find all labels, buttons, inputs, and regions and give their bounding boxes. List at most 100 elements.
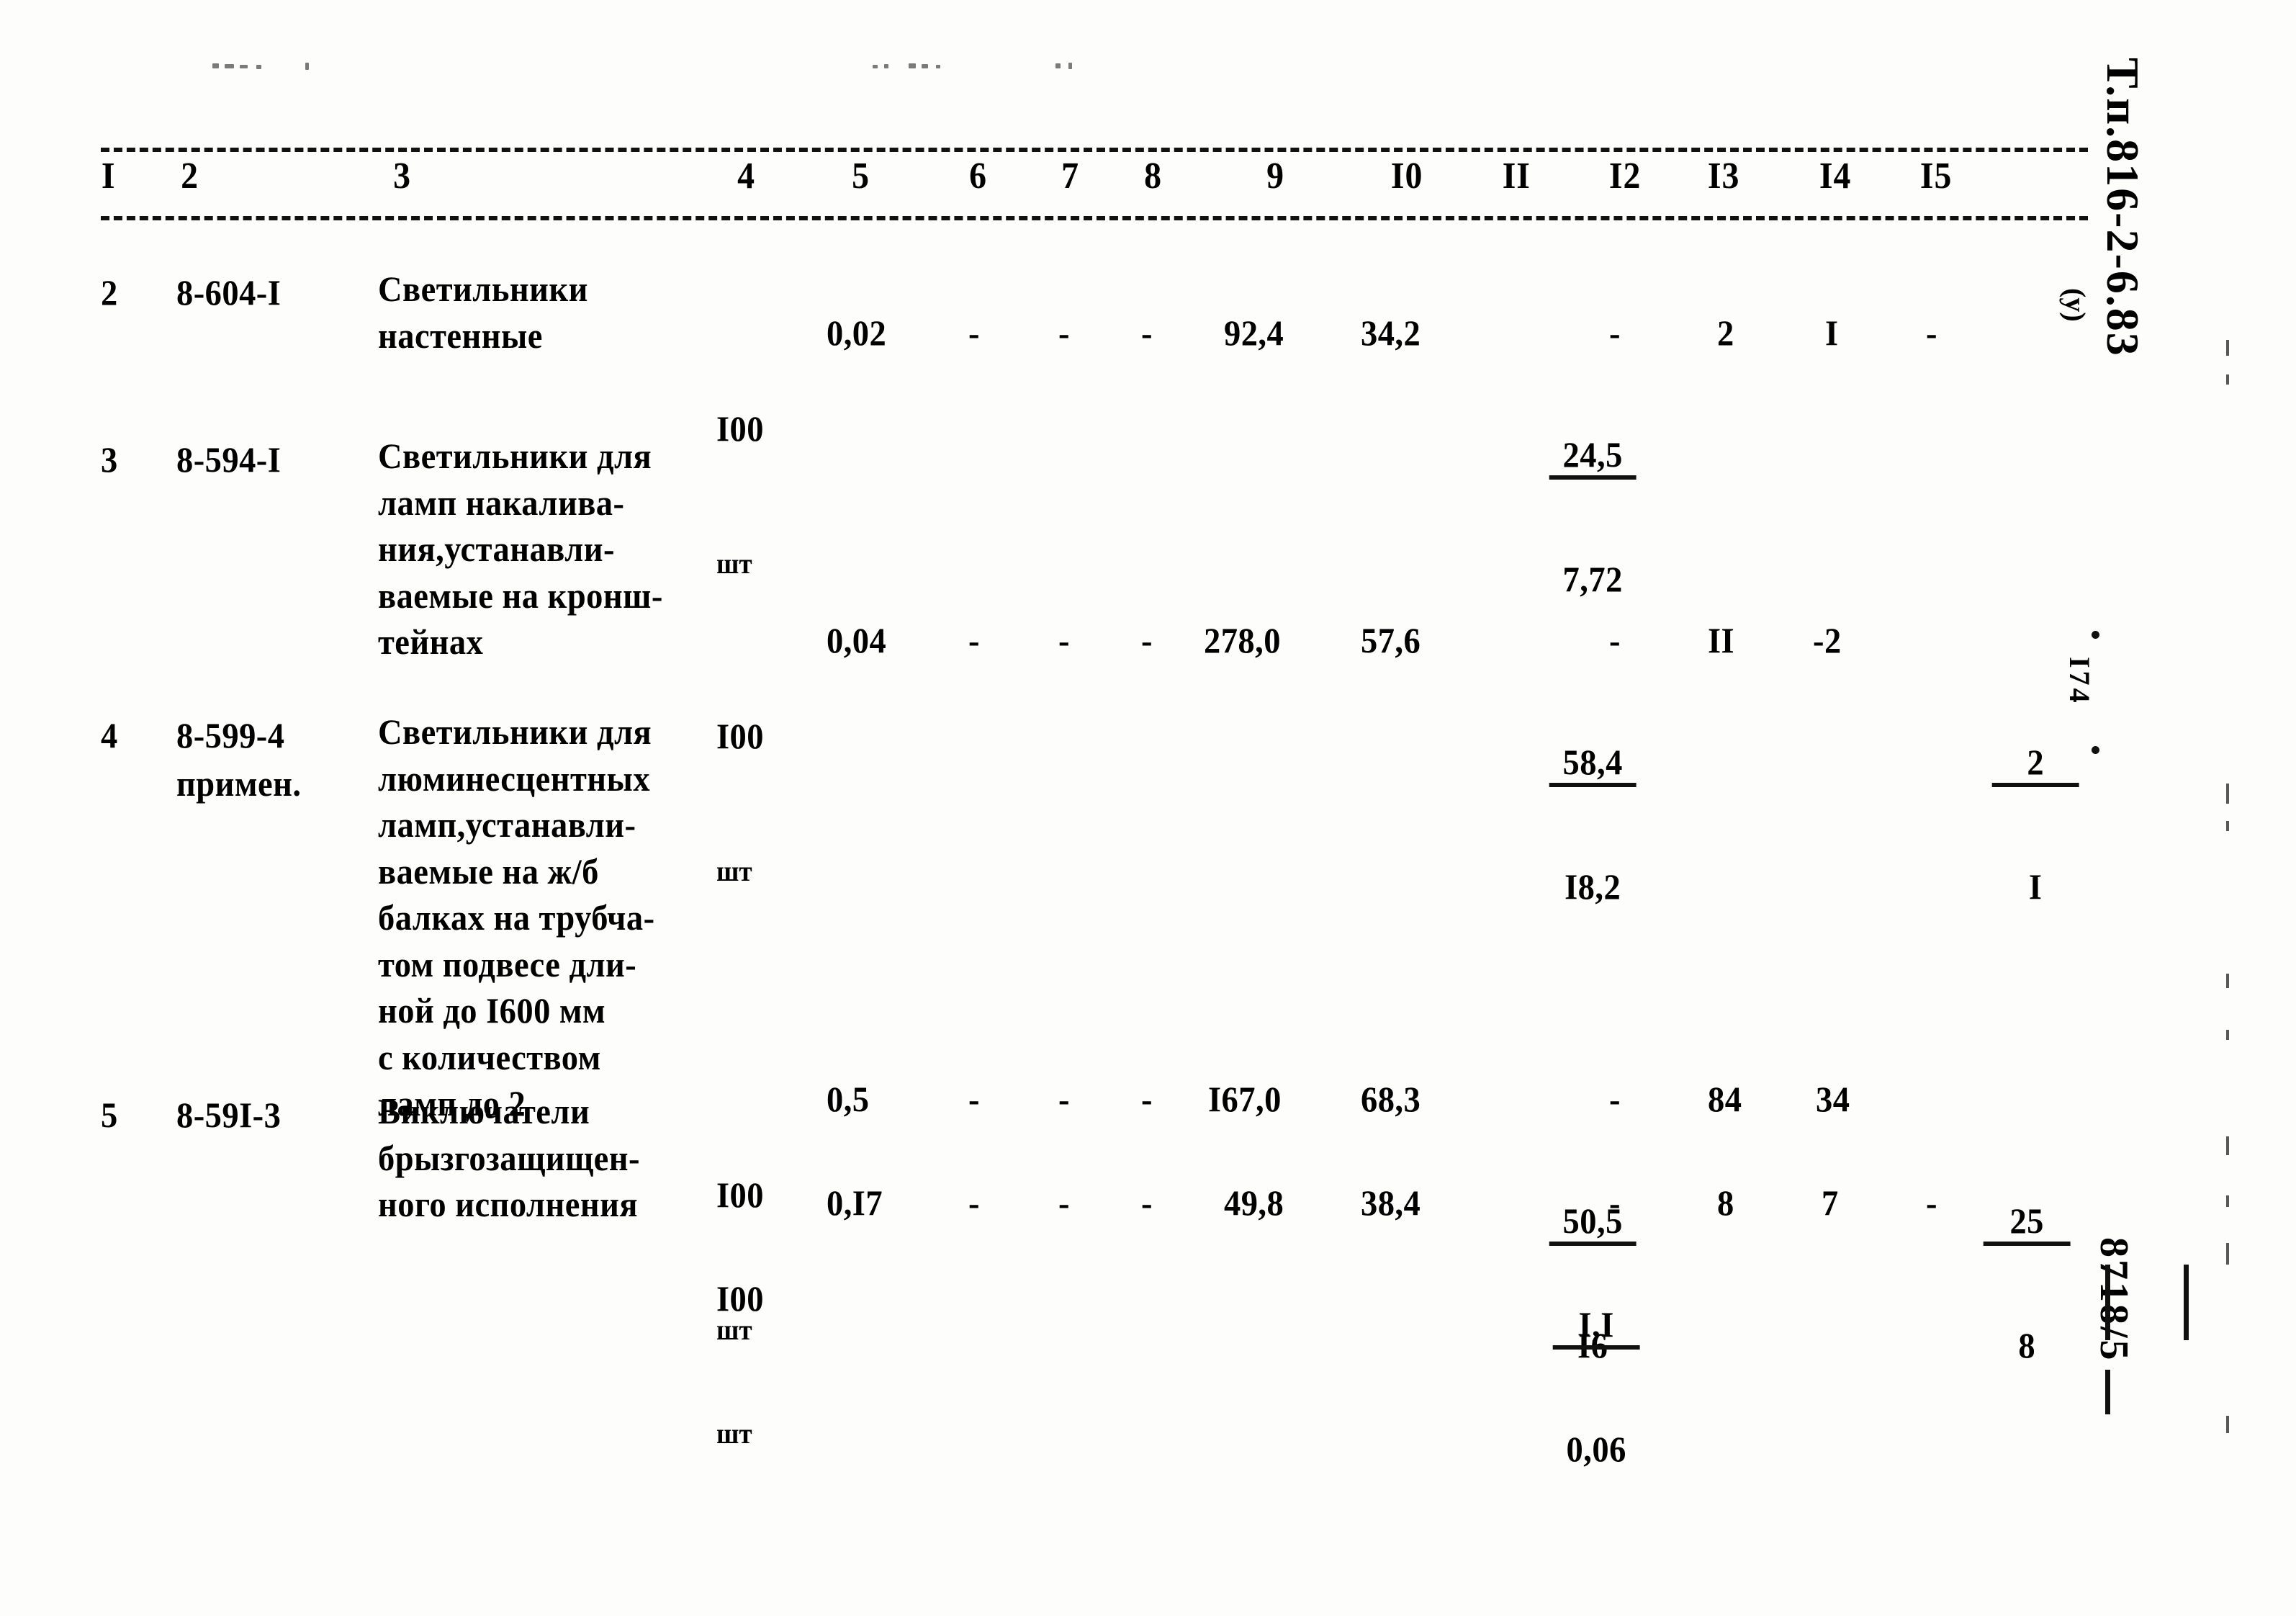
- fraction-numerator: 25: [1983, 1201, 2071, 1246]
- margin-tick: [2226, 821, 2229, 831]
- fraction-denominator: I8,2: [1565, 866, 1621, 907]
- column-header-14: I4: [1819, 156, 1852, 197]
- fraction: 58,4 I8,2: [1549, 665, 1637, 984]
- stamp-project-code: Т.п.816-2-6.83: [2097, 58, 2148, 357]
- scan-artifact: [1068, 63, 1072, 69]
- fraction-numerator: 24,5: [1549, 435, 1637, 480]
- cell-unit-value: I00: [716, 1278, 765, 1319]
- cell-col5: 0,I7: [827, 1182, 883, 1223]
- cell-col12: -: [1609, 620, 1621, 660]
- scan-artifact: [256, 65, 261, 69]
- cell-col9: 92,4: [1224, 313, 1284, 353]
- cell-col6: -: [968, 1079, 980, 1119]
- scan-artifact: [909, 63, 916, 68]
- cell-col14: 34: [1816, 1079, 1850, 1119]
- table-top-rule: [101, 148, 2088, 152]
- cell-col9: 49,8: [1224, 1182, 1284, 1223]
- cell-col6: -: [968, 1182, 980, 1223]
- cell-col9: 278,0: [1204, 620, 1281, 660]
- column-header-6: 6: [969, 156, 987, 197]
- cell-col10: 38,4: [1361, 1182, 1421, 1223]
- cell-col12: -: [1609, 1182, 1621, 1223]
- cell-col5: 0,5: [827, 1079, 870, 1119]
- cell-col12: -: [1609, 1079, 1621, 1119]
- column-header-10: I0: [1390, 156, 1423, 197]
- scan-artifact: [936, 65, 940, 68]
- column-header-13: I3: [1707, 156, 1740, 197]
- cell-description: Виключатели брызгозащищен- ного исполнен…: [378, 1091, 640, 1224]
- cell-col13: 84: [1708, 1079, 1742, 1119]
- cell-unit: I00 шт: [716, 616, 786, 986]
- cell-position-number: 3: [101, 439, 118, 480]
- cell-col12: -: [1609, 313, 1621, 353]
- fraction-numerator: 2: [1991, 742, 2079, 787]
- table-header-rule: [101, 216, 2088, 220]
- cell-col8: -: [1141, 620, 1153, 660]
- cell-col6: -: [968, 313, 980, 353]
- scan-artifact: [873, 65, 878, 68]
- cell-col15-fraction: 2 I: [1922, 616, 2079, 1036]
- cell-description: Светильники настенные: [378, 269, 588, 356]
- cell-code: 8-604-I: [176, 272, 282, 313]
- cell-col10: 34,2: [1361, 313, 1421, 353]
- cell-col7: -: [1058, 620, 1070, 660]
- column-header-3: 3: [393, 156, 411, 197]
- cell-unit: I00 шт: [716, 1179, 786, 1548]
- cell-col5: 0,04: [827, 620, 887, 660]
- cell-unit-label: шт: [716, 854, 752, 887]
- cell-col15: -: [1926, 1182, 1937, 1223]
- cell-position-number: 5: [101, 1095, 118, 1135]
- fraction: I,I 0,06: [1552, 1227, 1640, 1546]
- scan-artifact: [305, 63, 309, 70]
- fraction-denominator: 7,72: [1562, 558, 1623, 599]
- margin-tick: [2226, 374, 2229, 385]
- margin-tick: [2226, 974, 2229, 988]
- fraction-denominator: 8: [2018, 1324, 2036, 1365]
- cell-col8: -: [1141, 313, 1153, 353]
- cell-col13: 8: [1717, 1182, 1734, 1223]
- fraction-numerator: I,I: [1552, 1305, 1640, 1350]
- cell-col10: 57,6: [1361, 620, 1421, 660]
- scan-artifact: [225, 64, 234, 68]
- fraction-numerator: 58,4: [1549, 742, 1637, 787]
- cell-col14: 7: [1822, 1182, 1839, 1223]
- cell-col9: I67,0: [1208, 1079, 1282, 1119]
- margin-tick: [2226, 340, 2229, 356]
- cell-code: 8-599-4 примен.: [176, 715, 302, 804]
- margin-tick: [2226, 784, 2229, 804]
- cell-col8: -: [1141, 1182, 1153, 1223]
- column-header-2: 2: [181, 156, 199, 197]
- column-header-15: I5: [1919, 156, 1953, 197]
- cell-col7: -: [1058, 1182, 1070, 1223]
- cell-position-number: 4: [101, 715, 118, 755]
- cell-unit-value: I00: [716, 716, 765, 756]
- cell-col14: I: [1825, 313, 1839, 353]
- cell-col7: -: [1058, 1079, 1070, 1119]
- stamp-rule: [2105, 1370, 2110, 1414]
- margin-tick: [2226, 1030, 2229, 1040]
- column-header-4: 4: [737, 156, 755, 197]
- cell-unit-label: шт: [716, 1417, 752, 1450]
- cell-description: Светильники для люминесцентных ламп,уста…: [378, 712, 655, 1123]
- fraction-denominator: 0,06: [1566, 1428, 1626, 1469]
- fraction: 25 8: [1983, 1123, 2071, 1442]
- stamp-dot: [2092, 631, 2099, 639]
- stamp-rule: [2184, 1265, 2189, 1340]
- cell-col11-fraction: 58,4 I8,2: [1480, 616, 1637, 1036]
- margin-tick: [2226, 1136, 2229, 1155]
- margin-tick: [2226, 1416, 2229, 1433]
- cell-code: 8-59I-3: [176, 1095, 282, 1135]
- cell-col14: -2: [1813, 620, 1842, 660]
- stamp-project-code-suffix: (у): [2059, 288, 2092, 322]
- cell-unit-label: шт: [716, 547, 752, 580]
- stamp-dot: [2092, 746, 2099, 754]
- scan-artifact: [1055, 63, 1061, 68]
- cell-col10: 68,3: [1361, 1079, 1421, 1119]
- cell-col5: 0,02: [827, 313, 887, 353]
- cell-unit-value: I00: [716, 408, 765, 449]
- margin-tick: [2226, 1243, 2229, 1265]
- cell-col13: 2: [1717, 313, 1734, 353]
- column-header-7: 7: [1061, 156, 1079, 197]
- cell-col11-fraction: I,I 0,06: [1483, 1179, 1640, 1599]
- cell-col15-fraction: 25 8: [1914, 1075, 2071, 1495]
